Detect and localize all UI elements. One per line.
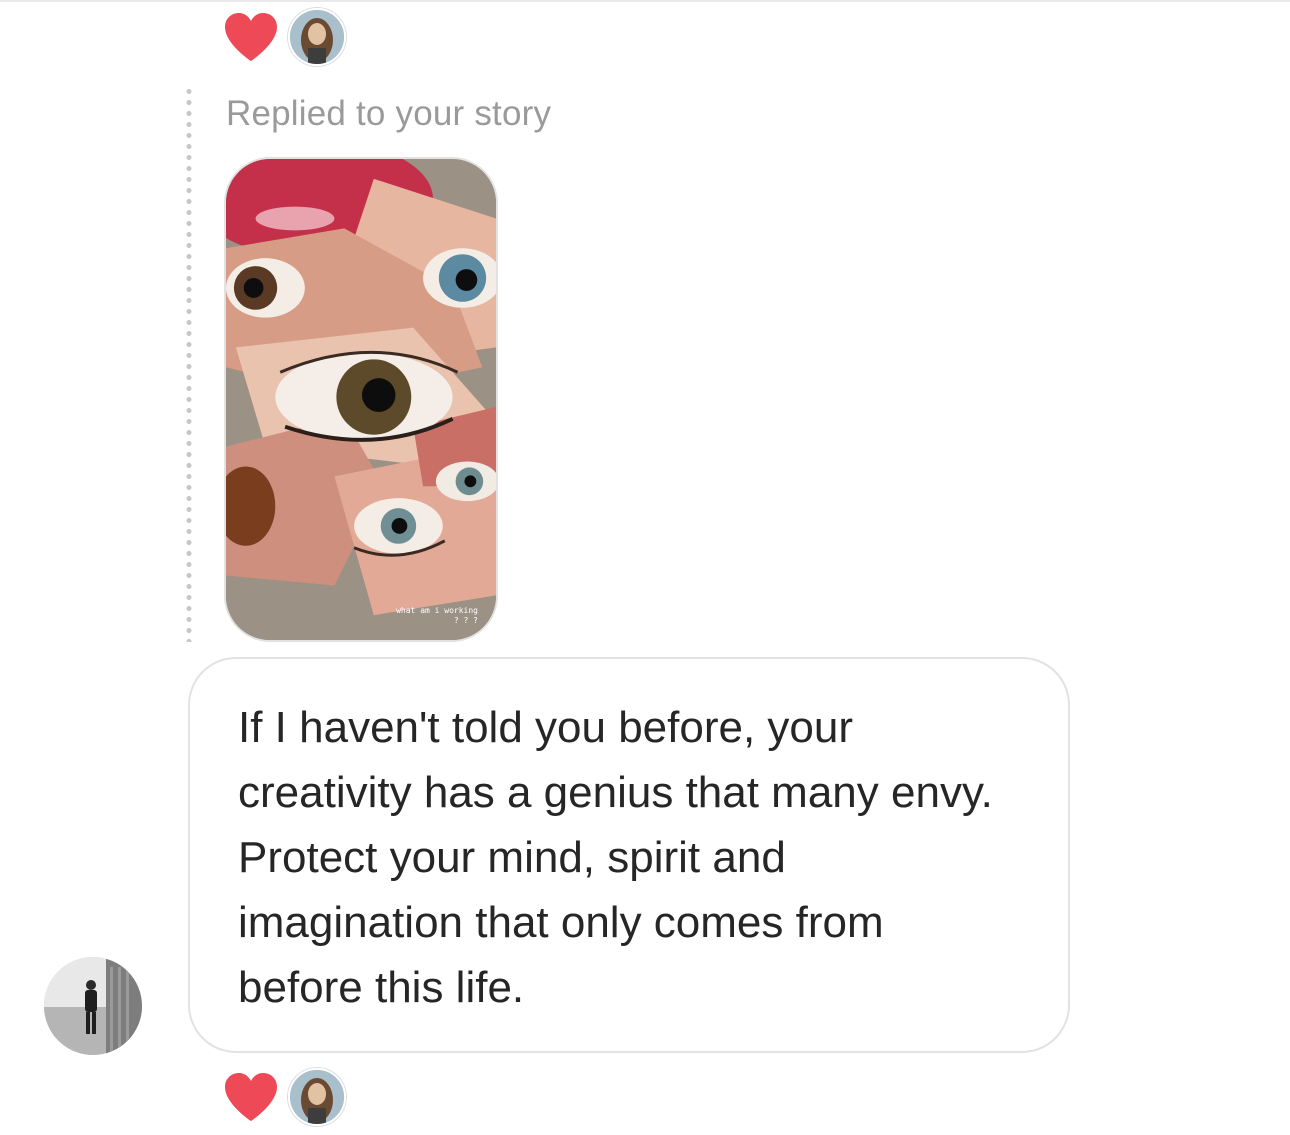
dm-thread: Replied to your story what am i working … [0,0,1290,1135]
story-thumbnail[interactable]: what am i working ? ? ? [224,157,498,642]
divider [0,0,1290,2]
story-overlay-text: what am i working ? ? ? [396,606,478,625]
reaction-row-bottom[interactable] [222,1068,346,1126]
reactor-avatar[interactable] [288,8,346,66]
reply-thread-line [186,86,192,642]
sender-avatar[interactable] [44,957,142,1055]
message-bubble[interactable]: If I haven't told you before, your creat… [188,657,1070,1053]
message-text: If I haven't told you before, your creat… [238,703,993,1012]
heart-icon [225,13,277,61]
reaction-row-top[interactable] [222,8,346,66]
replied-to-story-label: Replied to your story [226,94,552,133]
reactor-avatar[interactable] [288,1068,346,1126]
heart-icon [225,1073,277,1121]
